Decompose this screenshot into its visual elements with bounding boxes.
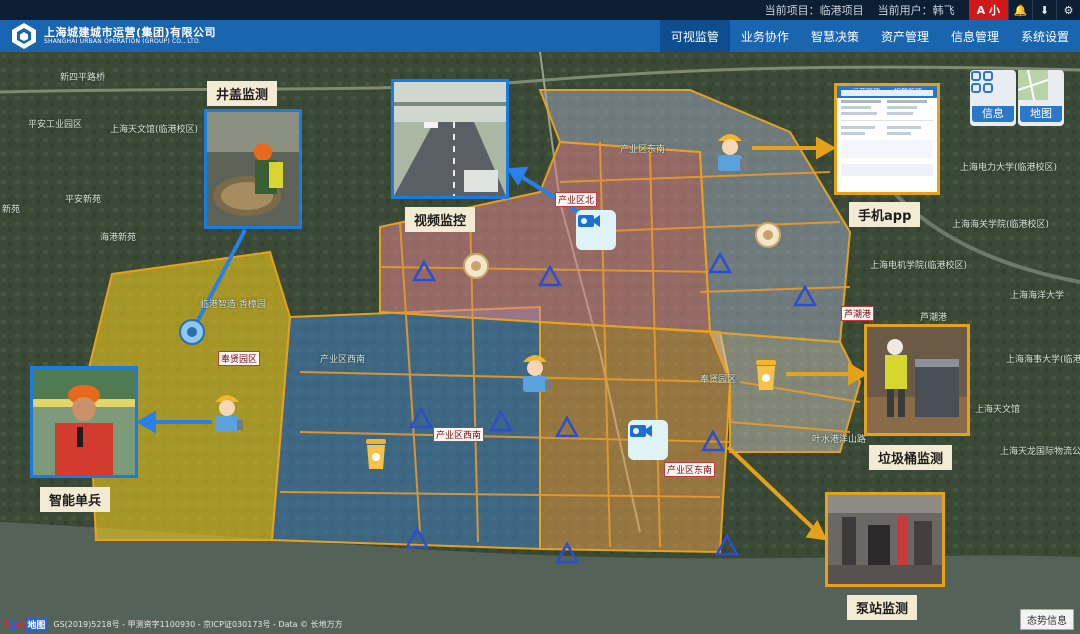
baidu-paw-icon <box>8 619 18 630</box>
video-monitor-photo[interactable] <box>391 79 509 199</box>
trash-bin-icon[interactable] <box>752 358 780 392</box>
manhole-photo-image <box>207 112 299 226</box>
nav-item-info-management[interactable]: 信息管理 <box>940 20 1010 52</box>
map-tile-button[interactable]: 地图 <box>1018 70 1064 126</box>
grid-icon <box>971 71 993 93</box>
worker-icon[interactable] <box>515 348 555 394</box>
manhole-marker <box>179 319 205 345</box>
place-label: 产业区西南 <box>320 355 366 365</box>
nav-item-business-collaboration[interactable]: 业务协作 <box>730 20 800 52</box>
current-user[interactable]: 当前用户：韩飞 <box>878 2 955 18</box>
trash-bin-icon[interactable] <box>362 437 390 471</box>
info-tile-label: 信息 <box>972 106 1014 122</box>
pump-station-caption: 泵站监测 <box>847 595 918 620</box>
garbage-bin-photo-image <box>867 327 967 433</box>
soldier-photo-image <box>33 369 135 475</box>
place-label: 芦潮港 <box>920 313 948 323</box>
garbage-bin-photo[interactable] <box>864 324 970 436</box>
map-tile-label: 地图 <box>1020 106 1062 122</box>
smart-soldier-photo[interactable] <box>30 366 138 478</box>
top-status-bar: 当前项目：临港项目 当前用户：韩飞 A 小 🔔 ⬇ ⚙ <box>0 0 1080 20</box>
mobile-app-caption: 手机app <box>849 202 921 227</box>
current-project: 当前项目：临港项目 <box>764 4 864 17</box>
highway-photo-image <box>394 82 506 196</box>
place-label: 平安工业园区 <box>28 120 83 130</box>
location-pin-1 <box>463 253 489 279</box>
bell-icon[interactable]: 🔔 <box>1008 0 1032 20</box>
app-root: 当前项目：临港项目 当前用户：韩飞 A 小 🔔 ⬇ ⚙ 上海城建城市运营(集团)… <box>0 0 1080 634</box>
pump-station-photo-image <box>828 495 942 584</box>
manhole-monitor-caption: 井盖监测 <box>207 81 278 106</box>
garbage-bin-caption: 垃圾桶监测 <box>869 445 953 470</box>
manhole-photo[interactable] <box>204 109 302 229</box>
nav-item-visual-supervision[interactable]: 可视监管 <box>659 20 730 52</box>
main-navbar: 上海城建城市运营(集团)有限公司 SHANGHAI URBAN OPERATIO… <box>0 20 1080 52</box>
place-label: 上海天文馆(临港校区) <box>110 125 199 135</box>
smart-soldier-caption: 智能单兵 <box>40 487 111 512</box>
place-label: 新苑 <box>2 205 21 215</box>
place-label: 上海海关学院(临港校区) <box>952 220 1050 230</box>
place-label: 海港新苑 <box>100 233 137 243</box>
worker-icon[interactable] <box>207 388 247 434</box>
zone-label-industry-north[interactable]: 产业区北 <box>555 192 598 207</box>
company-logo[interactable]: 上海城建城市运营(集团)有限公司 SHANGHAI URBAN OPERATIO… <box>10 22 216 50</box>
company-name-cn: 上海城建城市运营(集团)有限公司 <box>44 26 217 40</box>
nav-item-smart-decision[interactable]: 智慧决策 <box>800 20 870 52</box>
nav-menu: 可视监管 业务协作 智慧决策 资产管理 信息管理 系统设置 <box>659 20 1080 52</box>
logo-mark-icon <box>12 23 36 49</box>
place-label: 奉贤园区 <box>700 375 737 385</box>
font-size-button[interactable]: A 小 <box>968 0 1008 20</box>
place-label: 上海电力大学(临港校区) <box>960 163 1058 173</box>
map-copyright: GS(2019)5218号 - 甲测资字1100930 - 京ICP证03017… <box>53 619 343 629</box>
map-thumbnail-icon <box>1018 70 1048 100</box>
info-tile-button[interactable]: 信息 <box>970 70 1016 126</box>
camera-icon[interactable] <box>576 210 616 250</box>
nav-item-system-settings[interactable]: 系统设置 <box>1010 20 1080 52</box>
map-view[interactable]: 新四平路桥 平安工业园区 平安新苑 海港新苑 新苑 上海电力大学(临港校区) 上… <box>0 52 1080 634</box>
baidu-attribution: Bai 地图 GS(2019)5218号 - 甲测资字1100930 - 京IC… <box>4 617 343 631</box>
zone-label-industry-southwest[interactable]: 产业区西南 <box>433 427 485 442</box>
place-label: 临港智造·香樟园 <box>200 300 266 310</box>
download-icon[interactable]: ⬇ <box>1032 0 1056 20</box>
phone-screen-content <box>841 90 933 176</box>
baidu-map-text: 地图 <box>25 617 48 631</box>
place-label: 平安新苑 <box>65 195 102 205</box>
company-name-en: SHANGHAI URBAN OPERATION (GROUP) CO., LT… <box>44 37 201 45</box>
worker-icon[interactable] <box>710 127 750 173</box>
place-label: 上海天文馆 <box>975 405 1021 415</box>
nav-item-asset-management[interactable]: 资产管理 <box>870 20 940 52</box>
settings-icon[interactable]: ⚙ <box>1056 0 1080 20</box>
zone-label-industry-southeast[interactable]: 产业区东南 <box>664 462 716 477</box>
pump-station-photo[interactable] <box>825 492 945 587</box>
zone-label-fengxian[interactable]: 奉贤园区 <box>218 351 261 366</box>
place-label: 叶水港洋山路 <box>812 435 867 445</box>
place-label: 新四平路桥 <box>60 73 106 83</box>
mobile-app-screenshot[interactable]: 运营管理——报警管理 <box>834 83 940 195</box>
place-label: 上海海洋大学 <box>1010 291 1065 301</box>
place-label: 产业区东南 <box>620 145 666 155</box>
camera-icon[interactable] <box>628 420 668 460</box>
zone-label-luchaogang[interactable]: 芦潮港 <box>841 306 875 321</box>
video-monitor-caption: 视频监控 <box>405 207 476 232</box>
place-label: 上海海事大学(临港校区) <box>1006 355 1080 365</box>
place-label: 上海电机学院(临港校区) <box>870 261 968 271</box>
place-label: 上海天龙国际物流公司 <box>1000 447 1080 457</box>
situation-info-button[interactable]: 态势信息 <box>1020 609 1074 630</box>
location-pin-2 <box>755 222 781 248</box>
